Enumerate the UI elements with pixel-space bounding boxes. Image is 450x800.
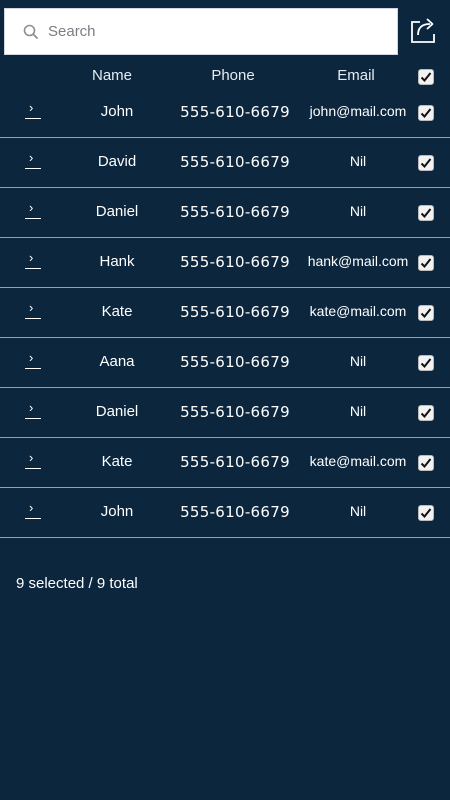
contact-name: Daniel: [95, 403, 139, 420]
row-checkbox[interactable]: [418, 455, 434, 471]
table-row[interactable]: › David 555-610-6679 Nil: [0, 138, 450, 188]
row-checkbox[interactable]: [418, 155, 434, 171]
contact-phone: 555-610-6679: [180, 303, 290, 321]
row-checkbox[interactable]: [418, 305, 434, 321]
table-row[interactable]: › Kate 555-610-6679 kate@mail.com: [0, 288, 450, 338]
checkmark-icon: [420, 308, 432, 318]
share-button[interactable]: [406, 14, 442, 50]
expand-chevron-icon[interactable]: ›: [25, 451, 41, 471]
contact-name: Hank: [99, 253, 135, 270]
row-checkbox[interactable]: [418, 355, 434, 371]
table-header: Name Phone Email: [0, 62, 450, 90]
contact-phone: 555-610-6679: [180, 253, 290, 271]
column-header-name: Name: [91, 67, 132, 84]
selection-summary: 9 selected / 9 total: [16, 575, 138, 592]
contact-email: Nil: [349, 153, 367, 169]
top-bar: [0, 0, 450, 62]
expand-chevron-icon[interactable]: ›: [25, 201, 41, 221]
search-input[interactable]: [48, 16, 368, 47]
table-row[interactable]: › John 555-610-6679 john@mail.com: [0, 88, 450, 138]
contact-email: Nil: [349, 503, 367, 519]
search-bar[interactable]: [4, 8, 398, 55]
row-checkbox[interactable]: [418, 105, 434, 121]
contact-email: Nil: [349, 353, 367, 369]
column-header-email: Email: [337, 67, 375, 84]
expand-chevron-icon[interactable]: ›: [25, 151, 41, 171]
expand-chevron-icon[interactable]: ›: [25, 401, 41, 421]
contact-email: Nil: [349, 203, 367, 219]
checkmark-icon: [420, 72, 432, 82]
contact-phone: 555-610-6679: [180, 403, 290, 421]
expand-chevron-icon[interactable]: ›: [25, 101, 41, 121]
contact-email: Nil: [349, 403, 367, 419]
contact-email: john@mail.com: [309, 103, 407, 119]
contact-phone: 555-610-6679: [180, 453, 290, 471]
row-checkbox[interactable]: [418, 255, 434, 271]
checkmark-icon: [420, 258, 432, 268]
contact-name: John: [100, 103, 134, 120]
contact-email: kate@mail.com: [309, 453, 407, 469]
contact-name: Kate: [101, 453, 133, 470]
table-row[interactable]: › Aana 555-610-6679 Nil: [0, 338, 450, 388]
contact-phone: 555-610-6679: [180, 203, 290, 221]
checkmark-icon: [420, 358, 432, 368]
expand-chevron-icon[interactable]: ›: [25, 501, 41, 521]
table-row[interactable]: › Daniel 555-610-6679 Nil: [0, 388, 450, 438]
contact-phone: 555-610-6679: [180, 103, 290, 121]
contact-phone: 555-610-6679: [180, 153, 290, 171]
contact-email: hank@mail.com: [307, 253, 409, 269]
column-header-phone: Phone: [211, 67, 255, 84]
row-checkbox[interactable]: [418, 505, 434, 521]
row-checkbox[interactable]: [418, 205, 434, 221]
checkmark-icon: [420, 508, 432, 518]
contact-name: Kate: [101, 303, 133, 320]
row-checkbox[interactable]: [418, 405, 434, 421]
table-row[interactable]: › Daniel 555-610-6679 Nil: [0, 188, 450, 238]
expand-chevron-icon[interactable]: ›: [25, 301, 41, 321]
contacts-list: › John 555-610-6679 john@mail.com › David 555-…: [0, 88, 450, 538]
expand-chevron-icon[interactable]: ›: [25, 251, 41, 271]
checkmark-icon: [420, 208, 432, 218]
checkmark-icon: [420, 458, 432, 468]
search-icon: [22, 23, 40, 41]
checkmark-icon: [420, 108, 432, 118]
contact-name: John: [100, 503, 134, 520]
contact-name: David: [97, 153, 137, 170]
table-row[interactable]: › Kate 555-610-6679 kate@mail.com: [0, 438, 450, 488]
contact-phone: 555-610-6679: [180, 503, 290, 521]
contact-name: Aana: [99, 353, 135, 370]
table-row[interactable]: › John 555-610-6679 Nil: [0, 488, 450, 538]
contact-name: Daniel: [95, 203, 139, 220]
contact-email: kate@mail.com: [309, 303, 407, 319]
contacts-screen: Name Phone Email › John 555-610-6679 john@m…: [0, 0, 450, 800]
select-all-checkbox[interactable]: [418, 69, 434, 85]
table-row[interactable]: › Hank 555-610-6679 hank@mail.com: [0, 238, 450, 288]
checkmark-icon: [420, 158, 432, 168]
contact-phone: 555-610-6679: [180, 353, 290, 371]
share-icon: [408, 15, 440, 50]
checkmark-icon: [420, 408, 432, 418]
expand-chevron-icon[interactable]: ›: [25, 351, 41, 371]
